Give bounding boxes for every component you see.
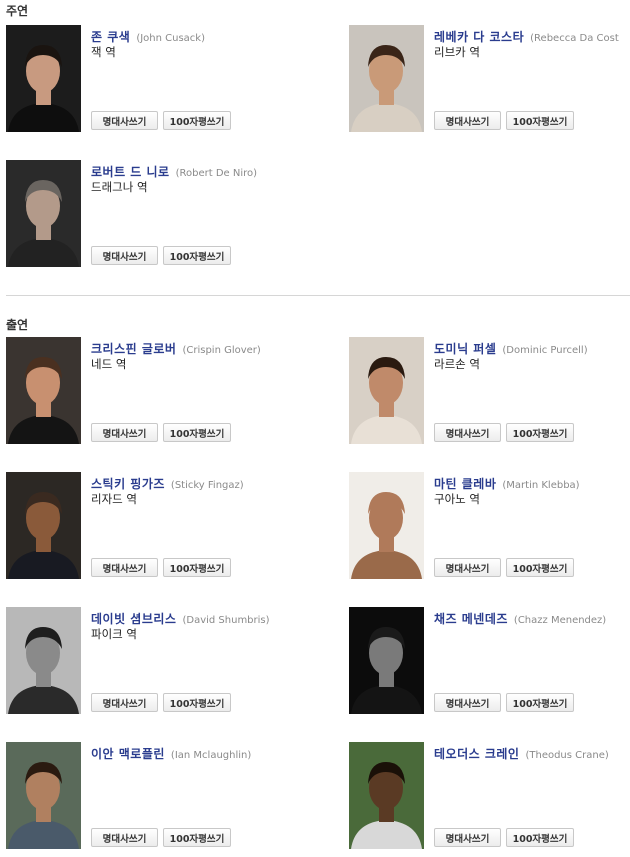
section-title-main: 주연 bbox=[6, 4, 29, 18]
cast-card: 채즈 메넨데즈 (Chazz Menendez) 명대사쓰기 100자평쓰기 bbox=[349, 607, 630, 714]
write-review-button[interactable]: 100자평쓰기 bbox=[163, 423, 231, 442]
write-quote-button[interactable]: 명대사쓰기 bbox=[434, 111, 501, 130]
actor-photo[interactable] bbox=[349, 607, 424, 714]
actor-name-link[interactable]: 데이빗 셤브리스 bbox=[91, 612, 176, 626]
cast-card: 크리스핀 글로버 (Crispin Glover) 네드 역 명대사쓰기 100자… bbox=[6, 337, 296, 444]
cast-card: 이안 맥로플린 (Ian Mclaughlin) 명대사쓰기 100자평쓰기 bbox=[6, 742, 296, 849]
write-review-button[interactable]: 100자평쓰기 bbox=[506, 423, 574, 442]
actor-english-name: (John Cusack) bbox=[136, 33, 205, 44]
actor-english-name: (Martin Klebba) bbox=[502, 480, 580, 491]
cast-card: 데이빗 셤브리스 (David Shumbris) 파이크 역 명대사쓰기 100… bbox=[6, 607, 296, 714]
section-title-supporting: 출연 bbox=[6, 318, 29, 332]
actor-name-link[interactable]: 마틴 클레바 bbox=[434, 477, 496, 491]
cast-card: 존 쿠색 (John Cusack) 잭 역 명대사쓰기 100자평쓰기 bbox=[6, 25, 296, 132]
actor-english-name: (Ian Mclaughlin) bbox=[170, 750, 252, 761]
actor-name-link[interactable]: 로버트 드 니로 bbox=[91, 165, 170, 179]
role-text: 구아노 역 bbox=[434, 492, 480, 506]
actor-photo[interactable] bbox=[6, 160, 81, 267]
cast-card: 로버트 드 니로 (Robert De Niro) 드래그나 역 명대사쓰기 10… bbox=[6, 160, 296, 267]
cast-card: 마틴 클레바 (Martin Klebba) 구아노 역 명대사쓰기 100자평쓰… bbox=[349, 472, 630, 579]
write-quote-button[interactable]: 명대사쓰기 bbox=[434, 828, 501, 847]
actor-english-name: (Chazz Menendez) bbox=[513, 615, 607, 626]
actor-name-link[interactable]: 레베카 다 코스타 bbox=[434, 30, 524, 44]
actor-photo[interactable] bbox=[6, 337, 81, 444]
write-review-button[interactable]: 100자평쓰기 bbox=[506, 828, 574, 847]
write-review-button[interactable]: 100자평쓰기 bbox=[163, 693, 231, 712]
write-quote-button[interactable]: 명대사쓰기 bbox=[434, 558, 501, 577]
write-quote-button[interactable]: 명대사쓰기 bbox=[91, 558, 158, 577]
actor-name-link[interactable]: 채즈 메넨데즈 bbox=[434, 612, 508, 626]
actor-photo[interactable] bbox=[6, 742, 81, 849]
actor-name-link[interactable]: 도미닉 퍼셀 bbox=[434, 342, 496, 356]
role-text: 리브카 역 bbox=[434, 45, 480, 59]
actor-english-name: (Rebecca Da Cost bbox=[530, 33, 619, 44]
write-review-button[interactable]: 100자평쓰기 bbox=[163, 246, 231, 265]
actor-photo[interactable] bbox=[349, 472, 424, 579]
actor-photo[interactable] bbox=[6, 607, 81, 714]
role-text: 드래그나 역 bbox=[91, 180, 148, 194]
write-quote-button[interactable]: 명대사쓰기 bbox=[91, 246, 158, 265]
role-text: 리자드 역 bbox=[91, 492, 137, 506]
role-text: 잭 역 bbox=[91, 45, 116, 59]
cast-card: 테오더스 크레인 (Theodus Crane) 명대사쓰기 100자평쓰기 bbox=[349, 742, 630, 849]
write-quote-button[interactable]: 명대사쓰기 bbox=[434, 693, 501, 712]
write-review-button[interactable]: 100자평쓰기 bbox=[506, 111, 574, 130]
actor-english-name: (Sticky Fingaz) bbox=[170, 480, 244, 491]
actor-name-link[interactable]: 테오더스 크레인 bbox=[434, 747, 519, 761]
actor-photo[interactable] bbox=[349, 337, 424, 444]
actor-photo[interactable] bbox=[349, 742, 424, 849]
write-quote-button[interactable]: 명대사쓰기 bbox=[434, 423, 501, 442]
cast-card: 레베카 다 코스타 (Rebecca Da Cost 리브카 역 명대사쓰기 10… bbox=[349, 25, 630, 132]
actor-name-link[interactable]: 스틱키 핑가즈 bbox=[91, 477, 165, 491]
actor-photo[interactable] bbox=[349, 25, 424, 132]
write-quote-button[interactable]: 명대사쓰기 bbox=[91, 828, 158, 847]
write-review-button[interactable]: 100자평쓰기 bbox=[163, 111, 231, 130]
write-quote-button[interactable]: 명대사쓰기 bbox=[91, 423, 158, 442]
actor-english-name: (Theodus Crane) bbox=[525, 750, 609, 761]
write-review-button[interactable]: 100자평쓰기 bbox=[506, 693, 574, 712]
write-review-button[interactable]: 100자평쓰기 bbox=[163, 558, 231, 577]
section-divider bbox=[6, 295, 630, 296]
actor-name-link[interactable]: 존 쿠색 bbox=[91, 30, 130, 44]
role-text: 파이크 역 bbox=[91, 627, 137, 641]
write-review-button[interactable]: 100자평쓰기 bbox=[506, 558, 574, 577]
cast-card: 스틱키 핑가즈 (Sticky Fingaz) 리자드 역 명대사쓰기 100자평… bbox=[6, 472, 296, 579]
actor-name-link[interactable]: 크리스핀 글로버 bbox=[91, 342, 176, 356]
actor-photo[interactable] bbox=[6, 472, 81, 579]
actor-photo[interactable] bbox=[6, 25, 81, 132]
actor-english-name: (Dominic Purcell) bbox=[502, 345, 588, 356]
write-quote-button[interactable]: 명대사쓰기 bbox=[91, 111, 158, 130]
role-text: 네드 역 bbox=[91, 357, 127, 371]
write-review-button[interactable]: 100자평쓰기 bbox=[163, 828, 231, 847]
write-quote-button[interactable]: 명대사쓰기 bbox=[91, 693, 158, 712]
actor-english-name: (David Shumbris) bbox=[182, 615, 270, 626]
actor-english-name: (Crispin Glover) bbox=[182, 345, 261, 356]
cast-card: 도미닉 퍼셀 (Dominic Purcell) 라르손 역 명대사쓰기 100자… bbox=[349, 337, 630, 444]
actor-name-link[interactable]: 이안 맥로플린 bbox=[91, 747, 165, 761]
role-text: 라르손 역 bbox=[434, 357, 480, 371]
actor-english-name: (Robert De Niro) bbox=[175, 168, 258, 179]
